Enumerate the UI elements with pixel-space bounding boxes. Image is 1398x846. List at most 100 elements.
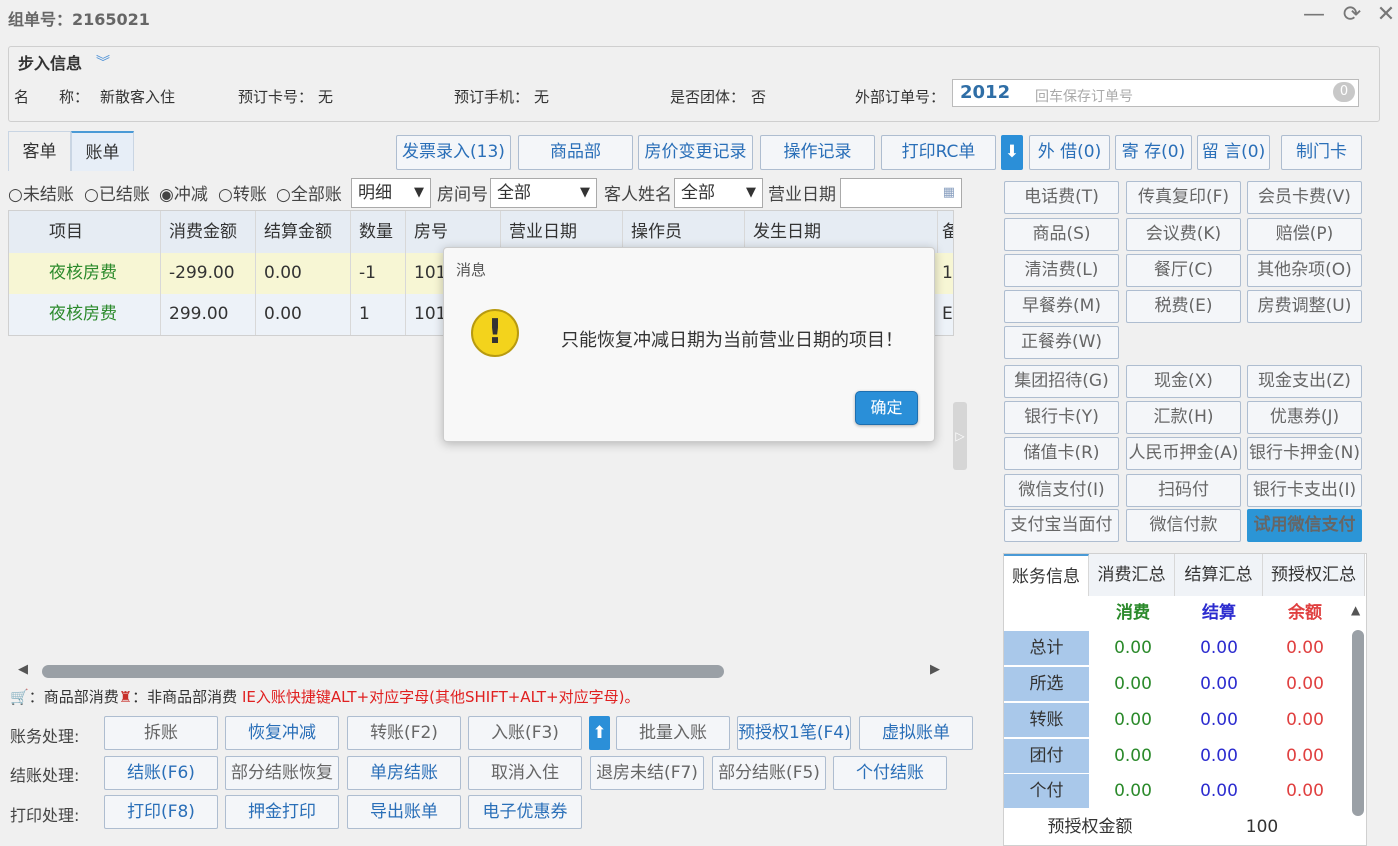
meeting-fee-button[interactable]: 会议费(K) (1126, 218, 1241, 251)
cleaning-fee-button[interactable]: 清洁费(L) (1004, 254, 1119, 287)
close-icon[interactable]: ✕ (1372, 2, 1398, 27)
scan-pay-button[interactable]: 扫码付 (1126, 474, 1241, 507)
group-pay-consume: 0.00 (1114, 746, 1152, 766)
transfer-button[interactable]: 转账(F2) (347, 716, 461, 750)
cash-button[interactable]: 现金(X) (1126, 365, 1241, 398)
scroll-up-icon[interactable]: ▲ (1351, 603, 1360, 617)
breakfast-coupon-button[interactable]: 早餐券(M) (1004, 290, 1119, 323)
make-door-card-button[interactable]: 制门卡 (1281, 135, 1362, 170)
up-arrow-icon[interactable]: ⬆ (589, 716, 610, 750)
goods-button[interactable]: 商品(S) (1004, 218, 1119, 251)
horizontal-scrollbar[interactable] (42, 665, 724, 678)
radio-offset[interactable]: ◉冲减 (159, 180, 208, 205)
col-remark[interactable]: 备 (938, 211, 953, 253)
rate-adjust-button[interactable]: 房费调整(U) (1247, 290, 1362, 323)
personal-pay-consume: 0.00 (1114, 781, 1152, 801)
member-card-fee-button[interactable]: 会员卡费(V) (1247, 181, 1362, 214)
wechat-payment-button[interactable]: 微信付款 (1126, 509, 1241, 542)
business-date-input[interactable]: ▦ (840, 178, 962, 208)
partial-checkout-button[interactable]: 部分结账(F5) (712, 756, 826, 790)
guest-select[interactable]: 全部 ▼ (674, 178, 763, 208)
legend-line: 🛒：商品部消费♜：非商品部消费 IE入账快捷键ALT+对应字母(其他SHIFT+… (10, 686, 639, 707)
remittance-button[interactable]: 汇款(H) (1126, 401, 1241, 434)
collapse-handle-icon[interactable]: ▷ (953, 402, 967, 470)
mode-select[interactable]: 明细 ▼ (351, 178, 431, 208)
post-button[interactable]: 入账(F3) (468, 716, 582, 750)
cell-item: 夜核房费 (41, 253, 161, 294)
alipay-button[interactable]: 支付宝当面付 (1004, 509, 1119, 542)
minimize-icon[interactable]: — (1300, 2, 1328, 27)
print-button[interactable]: 打印(F8) (104, 795, 218, 829)
group-entertain-button[interactable]: 集团招待(G) (1004, 365, 1119, 398)
cell-settle: 0.00 (256, 253, 351, 294)
export-bill-button[interactable]: 导出账单 (347, 795, 461, 829)
rmb-deposit-button[interactable]: 人民币押金(A) (1126, 437, 1241, 470)
col-settle[interactable]: 结算金额 (256, 211, 351, 253)
stored-value-card-button[interactable]: 储值卡(R) (1004, 437, 1119, 470)
operation-log-button[interactable]: 操作记录 (760, 135, 875, 170)
coupon-button[interactable]: 优惠券(J) (1247, 401, 1362, 434)
scroll-left-icon[interactable]: ◀ (18, 662, 28, 677)
virtual-bill-button[interactable]: 虚拟账单 (859, 716, 973, 750)
download-arrow-icon[interactable]: ⬇ (1001, 135, 1023, 170)
col-qty[interactable]: 数量 (351, 211, 406, 253)
deposit-print-button[interactable]: 押金打印 (225, 795, 339, 829)
tab-account-info[interactable]: 账务信息 (1004, 554, 1089, 596)
misc-button[interactable]: 其他杂项(O) (1247, 254, 1362, 287)
batch-post-button[interactable]: 批量入账 (616, 716, 730, 750)
bank-card-button[interactable]: 银行卡(Y) (1004, 401, 1119, 434)
checkout-unsettled-button[interactable]: 退房未结(F7) (590, 756, 704, 790)
scroll-right-icon[interactable]: ▶ (930, 662, 940, 677)
wechat-pay-button[interactable]: 微信支付(I) (1004, 474, 1119, 507)
cancel-checkin-button[interactable]: 取消入住 (468, 756, 582, 790)
tab-settle-summary[interactable]: 结算汇总 (1175, 554, 1263, 596)
total-balance: 0.00 (1286, 638, 1324, 658)
group-label: 是否团体： (670, 88, 746, 106)
e-coupon-button[interactable]: 电子优惠券 (468, 795, 582, 829)
tab-preauth-summary[interactable]: 预授权汇总 (1263, 554, 1365, 596)
compensation-button[interactable]: 赔偿(P) (1247, 218, 1362, 251)
message-button[interactable]: 留 言(0) (1197, 135, 1270, 170)
print-rc-button[interactable]: 打印RC单 (881, 135, 996, 170)
business-date-label: 营业日期 (768, 185, 836, 205)
tax-button[interactable]: 税费(E) (1126, 290, 1241, 323)
goods-dept-button[interactable]: 商品部 (518, 135, 633, 170)
dinner-coupon-button[interactable]: 正餐券(W) (1004, 326, 1119, 359)
phone-fee-button[interactable]: 电话费(T) (1004, 181, 1119, 214)
tab-guest[interactable]: 客单 (8, 131, 71, 171)
bank-card-deposit-button[interactable]: 银行卡押金(N) (1247, 437, 1362, 470)
ok-button[interactable]: 确定 (855, 391, 918, 425)
radio-all[interactable]: ○全部账 (276, 180, 342, 205)
preauth-button[interactable]: 预授权1笔(F4) (737, 716, 851, 750)
restore-offset-button[interactable]: 恢复冲减 (225, 716, 339, 750)
personal-checkout-button[interactable]: 个付结账 (833, 756, 947, 790)
partial-checkout-restore-button[interactable]: 部分结账恢复 (225, 756, 339, 790)
room-select[interactable]: 全部 ▼ (490, 178, 597, 208)
rate-change-log-button[interactable]: 房价变更记录 (638, 135, 753, 170)
radio-settled[interactable]: ○已结账 (84, 180, 150, 205)
trial-wechat-pay-button[interactable]: 试用微信支付 (1247, 509, 1362, 542)
radio-unsettled[interactable]: ○未结账 (8, 180, 74, 205)
ext-order-input[interactable] (952, 79, 1359, 107)
refresh-icon[interactable]: ⟳ (1338, 2, 1366, 27)
ext-order-value[interactable]: 2012 (960, 82, 1010, 103)
tab-consume-summary[interactable]: 消费汇总 (1089, 554, 1175, 596)
summary-scrollbar[interactable] (1352, 630, 1364, 816)
split-bill-button[interactable]: 拆账 (104, 716, 218, 750)
cell-qty: 1 (351, 294, 406, 335)
col-amount[interactable]: 消费金额 (161, 211, 256, 253)
cash-out-button[interactable]: 现金支出(Z) (1247, 365, 1362, 398)
collapse-chevron-icon[interactable]: ︾ (96, 52, 110, 72)
restaurant-button[interactable]: 餐厅(C) (1126, 254, 1241, 287)
col-balance: 余额 (1288, 603, 1322, 623)
col-item[interactable]: 项目 (41, 211, 161, 253)
deposit-button[interactable]: 寄 存(0) (1115, 135, 1192, 170)
invoice-entry-button[interactable]: 发票录入(13) (396, 135, 511, 170)
borrow-button[interactable]: 外 借(0) (1029, 135, 1110, 170)
tab-bill[interactable]: 账单 (71, 131, 134, 171)
fax-copy-button[interactable]: 传真复印(F) (1126, 181, 1241, 214)
single-room-checkout-button[interactable]: 单房结账 (347, 756, 461, 790)
bank-card-out-button[interactable]: 银行卡支出(I) (1247, 474, 1362, 507)
radio-transfer[interactable]: ○转账 (218, 180, 267, 205)
checkout-button[interactable]: 结账(F6) (104, 756, 218, 790)
